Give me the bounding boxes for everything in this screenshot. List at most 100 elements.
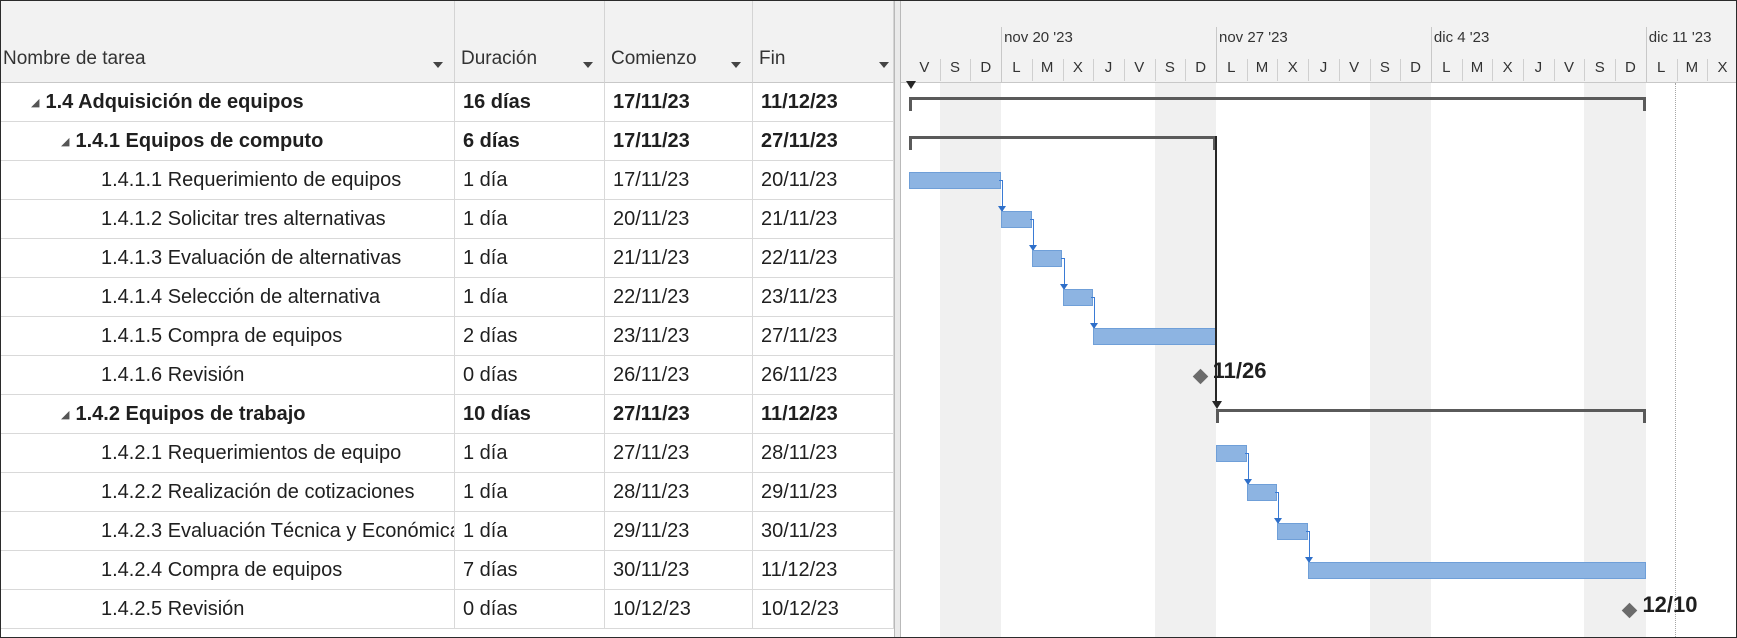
collapse-triangle-icon[interactable]: ◢ — [61, 123, 69, 161]
summary-bar[interactable] — [1216, 409, 1646, 412]
task-row[interactable]: 1.4.1.6 Revisión 0 días 26/11/23 26/11/23 — [1, 356, 901, 395]
day-separator — [1676, 59, 1678, 81]
task-row[interactable]: 1.4.1.1 Requerimiento de equipos 1 día 17/… — [1, 161, 901, 200]
summary-bar-cap — [1642, 97, 1646, 111]
cell-start[interactable]: 30/11/23 — [605, 551, 753, 590]
task-row[interactable]: 1.4.1.3 Evaluación de alternativas 1 día 2… — [1, 239, 901, 278]
column-header-task-name[interactable]: Nombre de tarea — [1, 1, 455, 83]
cell-duration[interactable]: 1 día — [455, 161, 605, 200]
task-row[interactable]: 1.4.2.3 Evaluación Técnica y Económica 1 … — [1, 512, 901, 551]
cell-name[interactable]: 1.4.1.5 Compra de equipos — [1, 317, 455, 356]
cell-text: 1 día — [463, 442, 508, 464]
cell-finish[interactable]: 11/12/23 — [753, 83, 894, 122]
cell-start[interactable]: 17/11/23 — [605, 122, 753, 161]
task-row[interactable]: 1.4.1.4 Selección de alternativa 1 día 22/… — [1, 278, 901, 317]
task-bar[interactable] — [1277, 523, 1309, 540]
cell-name[interactable]: 1.4.1.4 Selección de alternativa — [1, 278, 455, 317]
column-header-finish[interactable]: Fin — [753, 1, 894, 83]
task-bar[interactable] — [1001, 211, 1032, 228]
task-row[interactable]: ◢ 1.4.1 Equipos de computo 6 días 17/11/23 2… — [1, 122, 901, 161]
summary-bar[interactable] — [909, 97, 1646, 100]
task-bar[interactable] — [1062, 289, 1094, 306]
cell-start[interactable]: 27/11/23 — [605, 395, 753, 434]
cell-name[interactable]: 1.4.1.3 Evaluación de alternativas — [1, 239, 455, 278]
cell-name[interactable]: ◢ 1.4 Adquisición de equipos — [1, 83, 455, 122]
cell-finish[interactable]: 10/12/23 — [753, 590, 894, 629]
cell-name[interactable]: ◢ 1.4.2 Equipos de trabajo — [1, 395, 455, 434]
cell-finish[interactable]: 30/11/23 — [753, 512, 894, 551]
cell-name[interactable]: 1.4.1.6 Revisión — [1, 356, 455, 395]
task-row[interactable]: 1.4.1.2 Solicitar tres alternativas 1 día… — [1, 200, 901, 239]
column-filter-dropdown-icon[interactable] — [433, 62, 443, 68]
cell-start[interactable]: 17/11/23 — [605, 161, 753, 200]
task-bar[interactable] — [1216, 445, 1247, 462]
cell-duration[interactable]: 1 día — [455, 239, 605, 278]
timescale-week: dic 11 '23 — [1648, 29, 1712, 46]
cell-finish[interactable]: 26/11/23 — [753, 356, 894, 395]
cell-name[interactable]: 1.4.2.3 Evaluación Técnica y Económica — [1, 512, 455, 551]
cell-start[interactable]: 21/11/23 — [605, 239, 753, 278]
milestone-date-label: 11/26 — [1212, 358, 1267, 383]
cell-finish[interactable]: 11/12/23 — [753, 551, 894, 590]
cell-start[interactable]: 10/12/23 — [605, 590, 753, 629]
cell-name[interactable]: 1.4.1.2 Solicitar tres alternativas — [1, 200, 455, 239]
cell-duration[interactable]: 7 días — [455, 551, 605, 590]
split-bar[interactable] — [894, 1, 901, 637]
task-bar[interactable] — [1308, 562, 1646, 579]
task-bar[interactable] — [1031, 250, 1063, 267]
cell-start[interactable]: 17/11/23 — [605, 83, 753, 122]
cell-start[interactable]: 26/11/23 — [605, 356, 753, 395]
column-filter-dropdown-icon[interactable] — [879, 62, 889, 68]
task-row[interactable]: 1.4.2.1 Requerimientos de equipo 1 día 27/… — [1, 434, 901, 473]
cell-duration[interactable]: 16 días — [455, 83, 605, 122]
cell-duration[interactable]: 1 día — [455, 512, 605, 551]
cell-duration[interactable]: 0 días — [455, 590, 605, 629]
task-row[interactable]: ◢ 1.4.2 Equipos de trabajo 10 días 27/11/23… — [1, 395, 901, 434]
cell-duration[interactable]: 1 día — [455, 473, 605, 512]
task-bar[interactable] — [1093, 328, 1216, 345]
task-bar[interactable] — [909, 172, 1002, 189]
column-filter-dropdown-icon[interactable] — [583, 62, 593, 68]
cell-finish[interactable]: 23/11/23 — [753, 278, 894, 317]
cell-start[interactable]: 28/11/23 — [605, 473, 753, 512]
cell-name[interactable]: 1.4.2.2 Realización de cotizaciones — [1, 473, 455, 512]
cell-finish[interactable]: 28/11/23 — [753, 434, 894, 473]
collapse-triangle-icon[interactable]: ◢ — [31, 84, 39, 122]
cell-start[interactable]: 20/11/23 — [605, 200, 753, 239]
cell-duration[interactable]: 6 días — [455, 122, 605, 161]
cell-finish[interactable]: 27/11/23 — [753, 317, 894, 356]
task-row[interactable]: 1.4.2.4 Compra de equipos 7 días 30/11/23 1… — [1, 551, 901, 590]
collapse-triangle-icon[interactable]: ◢ — [61, 396, 69, 434]
task-row[interactable]: ◢ 1.4 Adquisición de equipos 16 días 17/11/… — [1, 83, 901, 122]
task-row[interactable]: 1.4.2.2 Realización de cotizaciones 1 día… — [1, 473, 901, 512]
summary-bar[interactable] — [909, 136, 1216, 139]
column-filter-dropdown-icon[interactable] — [731, 62, 741, 68]
cell-name[interactable]: 1.4.2.4 Compra de equipos — [1, 551, 455, 590]
cell-finish[interactable]: 22/11/23 — [753, 239, 894, 278]
cell-start[interactable]: 27/11/23 — [605, 434, 753, 473]
cell-finish[interactable]: 20/11/23 — [753, 161, 894, 200]
cell-duration[interactable]: 1 día — [455, 434, 605, 473]
cell-duration[interactable]: 10 días — [455, 395, 605, 434]
cell-duration[interactable]: 0 días — [455, 356, 605, 395]
cell-duration[interactable]: 1 día — [455, 278, 605, 317]
cell-finish[interactable]: 29/11/23 — [753, 473, 894, 512]
task-row[interactable]: 1.4.1.5 Compra de equipos 2 días 23/11/23 2… — [1, 317, 901, 356]
status-date-line — [1674, 83, 1676, 637]
task-row[interactable]: 1.4.2.5 Revisión 0 días 10/12/23 10/12/23 — [1, 590, 901, 629]
cell-name[interactable]: ◢ 1.4.1 Equipos de computo — [1, 122, 455, 161]
cell-finish[interactable]: 11/12/23 — [753, 395, 894, 434]
cell-finish[interactable]: 21/11/23 — [753, 200, 894, 239]
cell-start[interactable]: 22/11/23 — [605, 278, 753, 317]
cell-start[interactable]: 23/11/23 — [605, 317, 753, 356]
cell-finish[interactable]: 27/11/23 — [753, 122, 894, 161]
cell-name[interactable]: 1.4.1.1 Requerimiento de equipos — [1, 161, 455, 200]
cell-name[interactable]: 1.4.2.1 Requerimientos de equipo — [1, 434, 455, 473]
column-header-start[interactable]: Comienzo — [605, 1, 753, 83]
cell-duration[interactable]: 1 día — [455, 200, 605, 239]
task-bar[interactable] — [1246, 484, 1278, 501]
cell-name[interactable]: 1.4.2.5 Revisión — [1, 590, 455, 629]
cell-duration[interactable]: 2 días — [455, 317, 605, 356]
cell-start[interactable]: 29/11/23 — [605, 512, 753, 551]
column-header-duration[interactable]: Duración — [455, 1, 605, 83]
